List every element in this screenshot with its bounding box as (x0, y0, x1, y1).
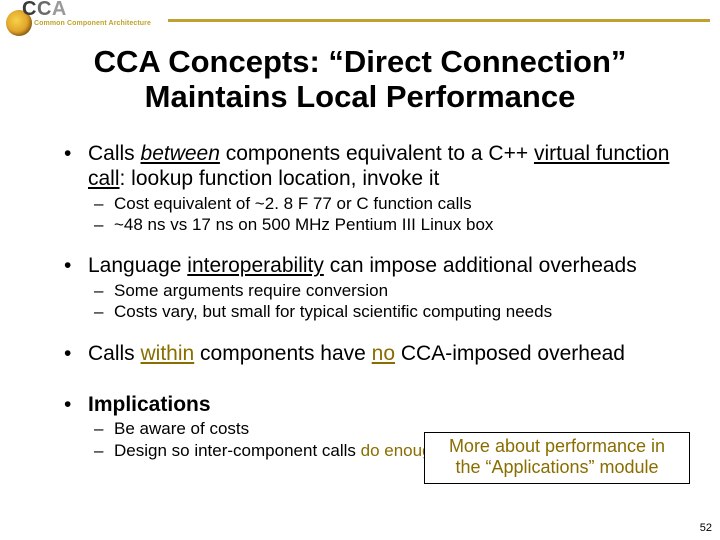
text: components equivalent to a C++ (220, 142, 534, 165)
header: CCA Common Component Architecture (0, 0, 720, 40)
header-rule (168, 19, 710, 22)
emph-within: within (141, 342, 195, 365)
text: Design so inter-component calls (114, 441, 361, 460)
callout-box: More about performance in the “Applicati… (424, 432, 690, 484)
text: Language (88, 254, 187, 277)
sub-bullet: Cost equivalent of ~2. 8 F 77 or C funct… (58, 194, 688, 214)
logo-letter-2: C (37, 0, 52, 20)
text: Calls (88, 342, 141, 365)
logo-letter-3: A (52, 0, 67, 20)
sub-bullet: ~48 ns vs 17 ns on 500 MHz Pentium III L… (58, 215, 688, 235)
bullet-calls-within: Calls within components have no CCA-impo… (58, 342, 688, 367)
slide: CCA Common Component Architecture CCA Co… (0, 0, 720, 540)
emph-between: between (141, 142, 220, 165)
spacer (58, 236, 688, 254)
slide-number: 52 (700, 522, 712, 534)
emph-implications: Implications (88, 393, 211, 416)
callout-line-2: the “Applications” module (455, 457, 658, 477)
title-line-2: Maintains Local Performance (145, 79, 576, 114)
text: can impose additional overheads (324, 254, 637, 277)
bullet-calls-between: Calls between components equivalent to a… (58, 142, 688, 192)
logo-letter-1: C (22, 0, 37, 20)
text: : lookup function location, invoke it (120, 167, 440, 190)
logo-subtitle: Common Component Architecture (34, 20, 151, 27)
spacer (58, 369, 688, 387)
logo-acronym: CCA (22, 0, 67, 21)
emph-interoperability: interoperability (187, 254, 324, 277)
emph-no: no (372, 342, 395, 365)
sub-bullet: Some arguments require conversion (58, 281, 688, 301)
sub-bullet: Costs vary, but small for typical scient… (58, 302, 688, 322)
slide-title: CCA Concepts: “Direct Connection” Mainta… (0, 44, 720, 115)
bullet-interop: Language interoperability can impose add… (58, 254, 688, 279)
title-line-1: CCA Concepts: “Direct Connection” (94, 44, 627, 79)
slide-body: Calls between components equivalent to a… (58, 142, 688, 462)
callout-line-1: More about performance in (449, 436, 665, 456)
bullet-implications: Implications (58, 393, 688, 418)
text: components have (194, 342, 371, 365)
text: CCA-imposed overhead (395, 342, 625, 365)
text: Calls (88, 142, 141, 165)
spacer (58, 324, 688, 342)
